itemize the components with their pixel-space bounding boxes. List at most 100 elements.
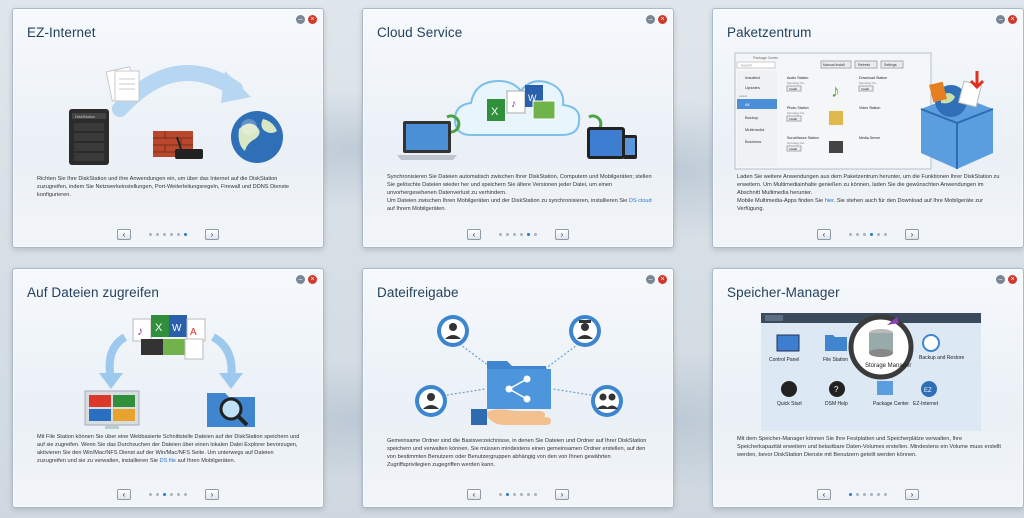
svg-text:♪: ♪	[137, 324, 143, 338]
page-dot-active[interactable]	[870, 232, 873, 236]
prev-button[interactable]: ‹	[817, 488, 831, 500]
music-note-icon: ♪	[831, 81, 840, 101]
pc-install-button: Install	[789, 117, 797, 121]
page-dot[interactable]	[863, 232, 866, 236]
next-button[interactable]: ›	[905, 228, 919, 240]
card-speicher-manager: Speicher-Manager – × Control Panel File …	[712, 268, 1024, 508]
hand-icon	[471, 409, 551, 425]
description-text-3: auf Ihrem Mobilgeräten.	[387, 206, 447, 212]
next-button[interactable]: ›	[205, 228, 219, 240]
card-description: Mit File Station können Sie über eine We…	[37, 433, 303, 465]
minimize-icon[interactable]: –	[996, 275, 1005, 284]
card-paketzentrum: Paketzentrum – × Package Center Search M…	[712, 8, 1024, 248]
page-dot[interactable]	[534, 232, 537, 236]
pc-install-button: Install	[789, 87, 797, 91]
ds-cloud-link[interactable]: DS cloud	[629, 198, 652, 204]
page-dot[interactable]	[177, 232, 180, 236]
pc-settings-button: Settings	[884, 63, 897, 67]
next-button[interactable]: ›	[555, 488, 569, 500]
close-icon[interactable]: ×	[308, 15, 317, 24]
close-icon[interactable]: ×	[1008, 275, 1017, 284]
page-dot-active[interactable]	[849, 492, 852, 496]
page-dot[interactable]	[156, 232, 159, 236]
page-dot[interactable]	[499, 232, 502, 236]
mobile-apps-link[interactable]: hier	[825, 198, 834, 204]
admin-avatar-icon	[569, 315, 601, 347]
desktop-label-control-panel: Control Panel	[769, 357, 799, 363]
prev-button[interactable]: ‹	[467, 488, 481, 500]
page-dot-active[interactable]	[506, 492, 509, 496]
page-dot-active[interactable]	[163, 492, 166, 496]
page-dot[interactable]	[849, 232, 852, 236]
page-dot-active[interactable]	[527, 232, 530, 236]
page-dot[interactable]	[149, 492, 152, 496]
page-dot[interactable]	[856, 492, 859, 496]
svg-text:W: W	[172, 323, 182, 334]
minimize-icon[interactable]: –	[296, 15, 305, 24]
next-button[interactable]: ›	[905, 488, 919, 500]
ds-file-link[interactable]: DS file	[160, 458, 176, 464]
pc-app-media-server: Media Server	[859, 136, 881, 140]
ez-internet-icon: EZ	[921, 381, 937, 397]
minimize-icon[interactable]: –	[646, 15, 655, 24]
prev-button[interactable]: ‹	[117, 488, 131, 500]
minimize-icon[interactable]: –	[996, 15, 1005, 24]
page-dots	[849, 492, 887, 496]
user-avatar-icon	[437, 315, 469, 347]
page-dot[interactable]	[513, 492, 516, 496]
page-dot[interactable]	[177, 492, 180, 496]
page-dot[interactable]	[499, 492, 502, 496]
desktop-label-quick-start: Quick Start	[777, 401, 802, 407]
dsm-help-icon: ?	[829, 381, 845, 397]
page-dot[interactable]	[184, 492, 187, 496]
desktop-label-dsm-help: DSM Help	[825, 401, 848, 407]
page-dot[interactable]	[513, 232, 516, 236]
pc-app-publisher: Synology Inc.	[787, 111, 805, 115]
page-dot[interactable]	[863, 492, 866, 496]
pc-app-video-station: Video Station	[859, 106, 880, 110]
page-dot[interactable]	[506, 232, 509, 236]
page-dot[interactable]	[870, 492, 873, 496]
page-dot[interactable]	[527, 492, 530, 496]
pc-app-publisher: Synology Inc.	[787, 81, 805, 85]
page-dot[interactable]	[170, 232, 173, 236]
page-dot[interactable]	[877, 492, 880, 496]
prev-button[interactable]: ‹	[467, 228, 481, 240]
page-dot[interactable]	[520, 492, 523, 496]
close-icon[interactable]: ×	[1008, 15, 1017, 24]
page-dot[interactable]	[163, 232, 166, 236]
backup-restore-icon	[922, 334, 940, 352]
next-button[interactable]: ›	[555, 228, 569, 240]
minimize-icon[interactable]: –	[296, 275, 305, 284]
minimize-icon[interactable]: –	[646, 275, 655, 284]
cloud-service-illustration: X ♪ W	[397, 79, 637, 160]
page-dot-active[interactable]	[184, 232, 187, 236]
prev-button[interactable]: ‹	[117, 228, 131, 240]
close-icon[interactable]: ×	[658, 275, 667, 284]
close-icon[interactable]: ×	[308, 275, 317, 284]
card-title: Auf Dateien zugreifen	[27, 285, 159, 300]
pc-sidebar-latest: Latest	[739, 94, 747, 98]
page-dot[interactable]	[884, 232, 887, 236]
user-avatar-icon	[415, 385, 447, 417]
card-description: Laden Sie weitere Anwendungen aus dem Pa…	[737, 173, 1003, 213]
page-dot[interactable]	[149, 232, 152, 236]
page-dot[interactable]	[877, 232, 880, 236]
page-dot[interactable]	[856, 232, 859, 236]
pc-app-surveillance-station: Surveillance Station	[787, 136, 819, 140]
documents-icon	[105, 66, 140, 102]
pc-sidebar-business: Business	[745, 139, 761, 144]
page-dots	[849, 232, 887, 236]
page-dot[interactable]	[170, 492, 173, 496]
pc-search: Search	[741, 64, 752, 68]
page-dot[interactable]	[520, 232, 523, 236]
page-dot[interactable]	[884, 492, 887, 496]
pc-app-publisher: Synology Inc.	[787, 141, 805, 145]
pc-refresh-button: Refresh	[858, 63, 870, 67]
card-description: Mit dem Speicher-Manager können Sie Ihre…	[737, 436, 1001, 458]
page-dot[interactable]	[156, 492, 159, 496]
close-icon[interactable]: ×	[658, 15, 667, 24]
next-button[interactable]: ›	[205, 488, 219, 500]
page-dot[interactable]	[534, 492, 537, 496]
prev-button[interactable]: ‹	[817, 228, 831, 240]
